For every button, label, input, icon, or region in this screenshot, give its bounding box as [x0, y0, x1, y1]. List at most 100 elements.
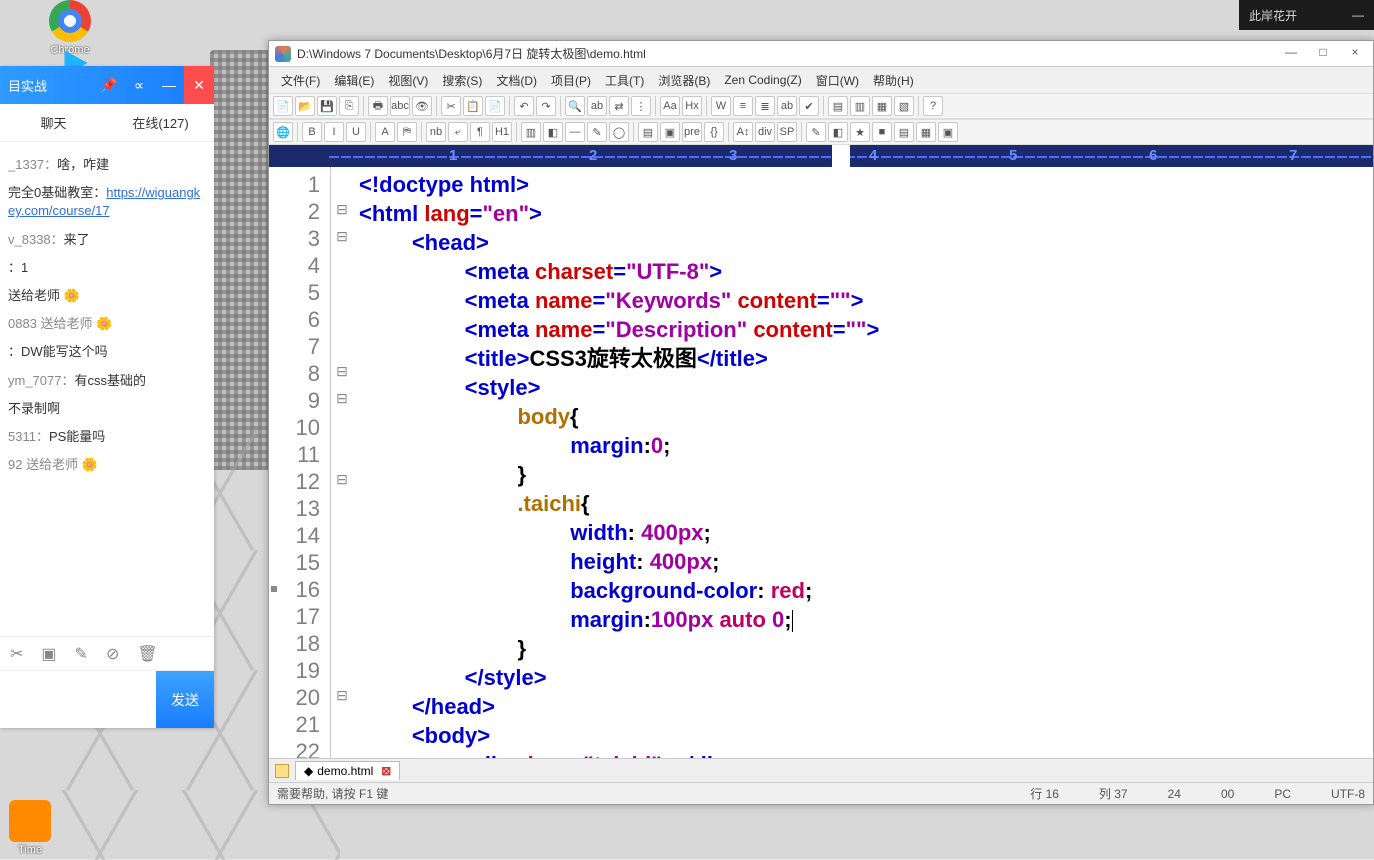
toolbar-button[interactable]: ■	[872, 122, 892, 142]
minimize-icon[interactable]: —	[154, 66, 184, 104]
toolbar-button[interactable]: 🔍	[565, 96, 585, 116]
editor-titlebar[interactable]: D:\Windows 7 Documents\Desktop\6月7日 旋转太极…	[269, 41, 1373, 67]
fold-toggle[interactable]: ⊟	[331, 684, 353, 711]
toolbar-button[interactable]: ▧	[894, 96, 914, 116]
toolbar-button[interactable]: div	[755, 122, 775, 142]
menu-item[interactable]: 窗口(W)	[810, 69, 865, 92]
ruler[interactable]: 1234567	[269, 145, 1373, 167]
line-number[interactable]: 21	[269, 711, 320, 738]
fold-toggle[interactable]: ⊟	[331, 468, 353, 495]
line-number[interactable]: 9	[269, 387, 320, 414]
fold-gutter[interactable]: ⊟⊟⊟⊟⊟⊟	[331, 167, 353, 758]
toolbar-button[interactable]: ✔	[799, 96, 819, 116]
line-number[interactable]: 7	[269, 333, 320, 360]
fold-toggle[interactable]	[331, 495, 353, 522]
line-number[interactable]: 10	[269, 414, 320, 441]
chat-tool-1[interactable]: ▣	[41, 644, 56, 664]
fold-toggle[interactable]	[331, 441, 353, 468]
send-button[interactable]: 发送	[156, 671, 214, 728]
toolbar-button[interactable]: A↕	[733, 122, 753, 142]
toolbar-button[interactable]: ?	[923, 96, 943, 116]
toolbar-button[interactable]: SP	[777, 122, 797, 142]
line-number[interactable]: 11	[269, 441, 320, 468]
toolbar-button[interactable]: pre	[682, 122, 702, 142]
toolbar-button[interactable]: ↶	[514, 96, 534, 116]
chat-tool-2[interactable]: ✎	[75, 644, 88, 664]
fold-toggle[interactable]	[331, 522, 353, 549]
toolbar-button[interactable]: ▤	[894, 122, 914, 142]
menu-item[interactable]: 工具(T)	[599, 69, 650, 92]
toolbar-button[interactable]: ≡	[733, 96, 753, 116]
line-number[interactable]: 22	[269, 738, 320, 758]
tab-online[interactable]: 在线(127)	[107, 104, 214, 141]
chat-header[interactable]: 目实战 📌 ∝ — ✕	[0, 66, 214, 104]
menu-item[interactable]: 浏览器(B)	[652, 69, 716, 92]
line-number[interactable]: 1	[269, 171, 320, 198]
fold-toggle[interactable]: ⊟	[331, 225, 353, 252]
window-maximize-icon[interactable]: □	[1309, 43, 1337, 61]
close-icon[interactable]: ✕	[184, 66, 214, 104]
toolbar-button[interactable]: ▤	[828, 96, 848, 116]
line-number[interactable]: 2	[269, 198, 320, 225]
fold-toggle[interactable]: ⊟	[331, 360, 353, 387]
fold-toggle[interactable]	[331, 657, 353, 684]
toolbar-button[interactable]: ▦	[916, 122, 936, 142]
toolbar-button[interactable]: 📄	[485, 96, 505, 116]
toolbar-button[interactable]: 🖶	[368, 96, 388, 116]
line-number[interactable]: 14	[269, 522, 320, 549]
file-tab-demo[interactable]: ◆ demo.html ⊠	[295, 761, 400, 780]
code-editor[interactable]: <!doctype html> <html lang="en"> <head> …	[353, 167, 1373, 758]
toolbar-button[interactable]: 🌐	[273, 122, 293, 142]
fold-toggle[interactable]	[331, 711, 353, 738]
menu-item[interactable]: Zen Coding(Z)	[718, 70, 807, 90]
window-minimize-icon[interactable]: —	[1277, 43, 1305, 61]
menu-item[interactable]: 视图(V)	[382, 69, 434, 92]
toolbar-button[interactable]: ⇄	[609, 96, 629, 116]
toolbar-button[interactable]: ¶	[470, 122, 490, 142]
line-number[interactable]: 20	[269, 684, 320, 711]
video-minimize-icon[interactable]: —	[1352, 8, 1364, 22]
toolbar-button[interactable]: 📂	[295, 96, 315, 116]
line-number[interactable]: 5	[269, 279, 320, 306]
toolbar-button[interactable]: ✎	[806, 122, 826, 142]
toolbar-button[interactable]: ab	[587, 96, 607, 116]
fold-toggle[interactable]: ⊟	[331, 198, 353, 225]
toolbar-button[interactable]: ≣	[755, 96, 775, 116]
toolbar-button[interactable]: ◧	[828, 122, 848, 142]
tab-close-icon[interactable]: ⊠	[381, 764, 391, 778]
fold-toggle[interactable]	[331, 279, 353, 306]
menu-item[interactable]: 搜索(S)	[436, 69, 488, 92]
toolbar-button[interactable]: B	[302, 122, 322, 142]
line-number[interactable]: 4	[269, 252, 320, 279]
menu-item[interactable]: 项目(P)	[545, 69, 597, 92]
toolbar-button[interactable]: W	[711, 96, 731, 116]
chat-message-list[interactable]: _1337：啥，咋建完全0基础教室：https://wiguangkey.com…	[0, 142, 214, 636]
toolbar-button[interactable]: ▣	[660, 122, 680, 142]
toolbar-button[interactable]: nb	[426, 122, 446, 142]
line-number[interactable]: 8	[269, 360, 320, 387]
toolbar-button[interactable]: ⋮	[631, 96, 651, 116]
toolbar-button[interactable]: ▤	[638, 122, 658, 142]
toolbar-button[interactable]: ✂	[441, 96, 461, 116]
toolbar-button[interactable]: ▦	[872, 96, 892, 116]
toolbar-button[interactable]: ⛿	[397, 122, 417, 142]
chat-tool-0[interactable]: ✂	[10, 644, 23, 664]
menu-item[interactable]: 文档(D)	[490, 69, 543, 92]
toolbar-button[interactable]: abc	[390, 96, 410, 116]
line-number[interactable]: 18	[269, 630, 320, 657]
line-number[interactable]: 12	[269, 468, 320, 495]
fold-toggle[interactable]	[331, 306, 353, 333]
line-number[interactable]: 16	[269, 576, 320, 603]
line-gutter[interactable]: 12345678910111213141516171819202122	[269, 167, 331, 758]
ruler-marker[interactable]	[832, 145, 850, 167]
line-number[interactable]: 15	[269, 549, 320, 576]
line-number[interactable]: 3	[269, 225, 320, 252]
toolbar-button[interactable]: A	[375, 122, 395, 142]
fold-toggle[interactable]: ⊟	[331, 387, 353, 414]
menu-item[interactable]: 帮助(H)	[867, 69, 920, 92]
share-icon[interactable]: ∝	[124, 66, 154, 104]
fold-toggle[interactable]	[331, 333, 353, 360]
fold-toggle[interactable]	[331, 252, 353, 279]
fold-toggle[interactable]	[331, 738, 353, 758]
toolbar-button[interactable]: U	[346, 122, 366, 142]
